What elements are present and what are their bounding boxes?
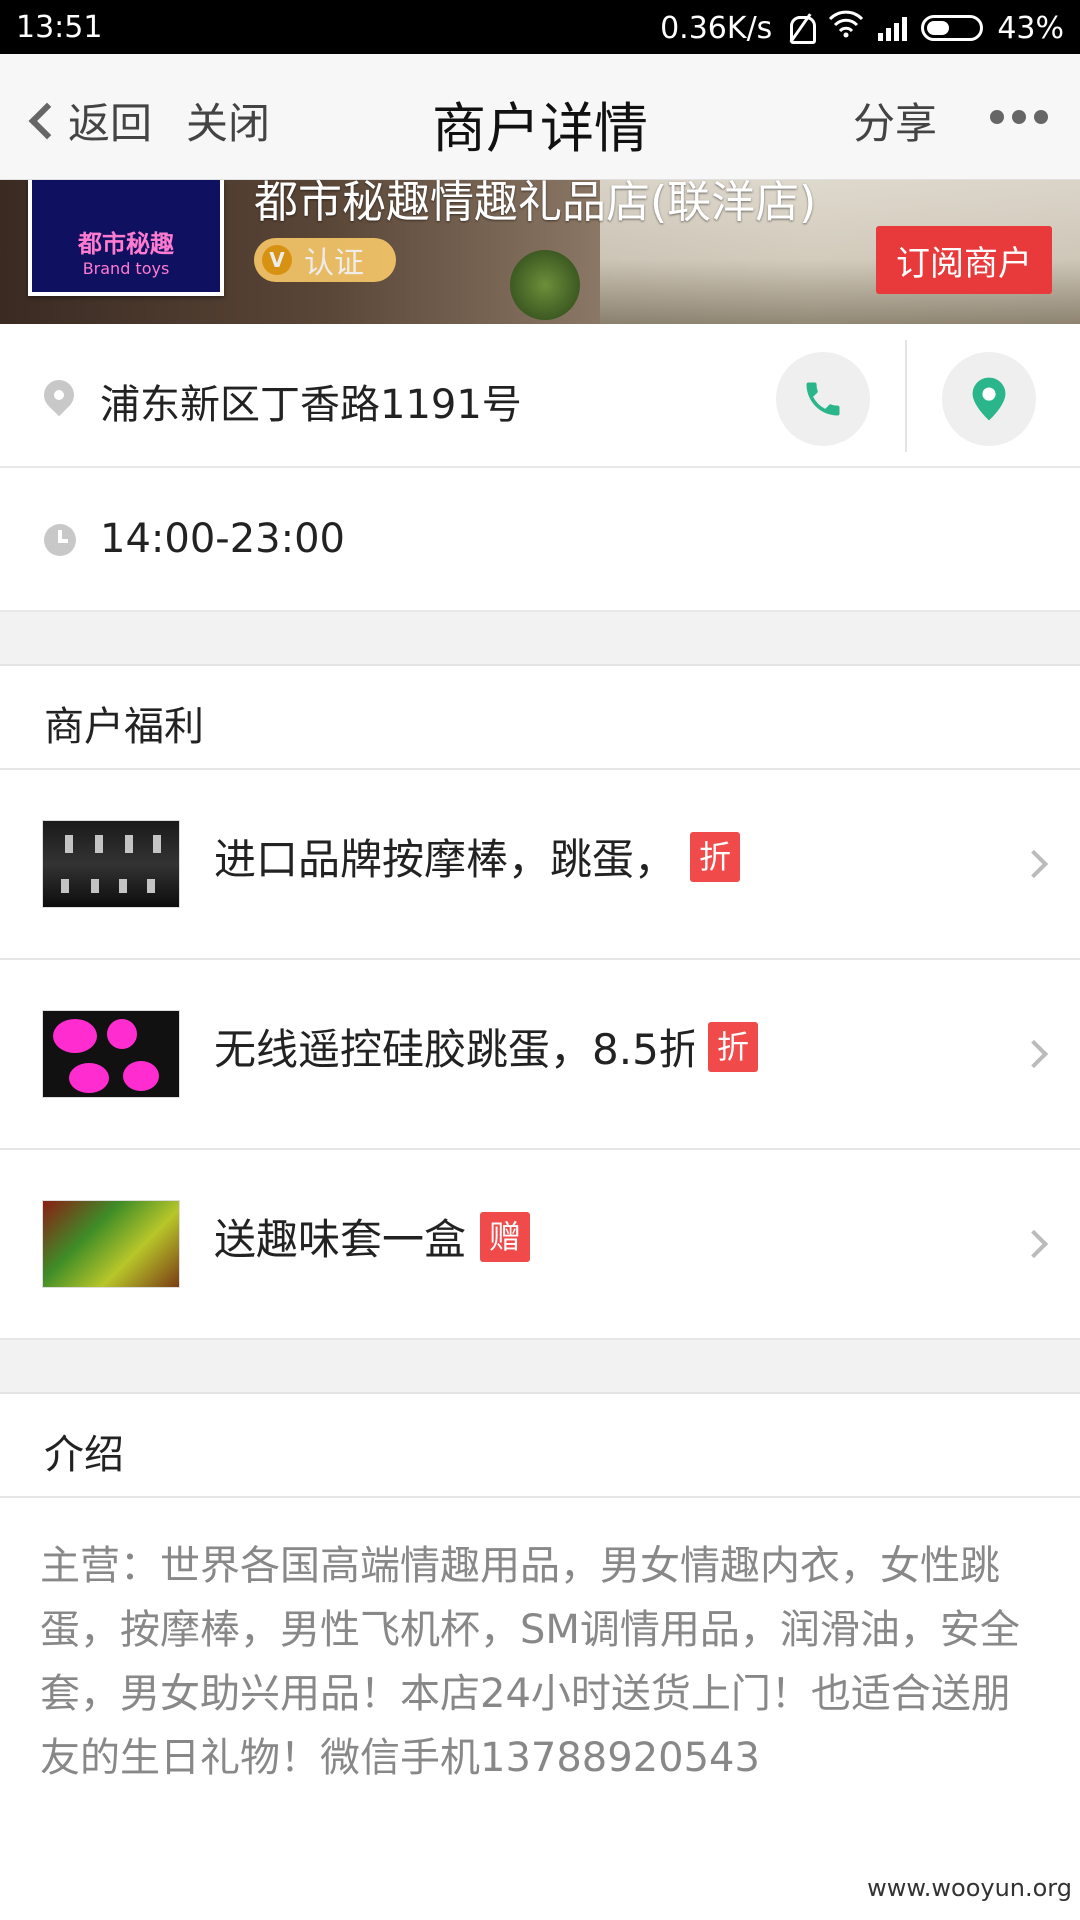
location-pin-icon: [37, 373, 81, 417]
nav-bar: 返回 关闭 商户详情 分享: [0, 54, 1080, 180]
share-button[interactable]: 分享: [853, 90, 937, 151]
battery-icon: [921, 15, 984, 41]
verified-v-icon: V: [262, 245, 292, 275]
phone-icon: [806, 382, 840, 416]
benefit-label-row: 进口品牌按摩棒，跳蛋， 折: [214, 826, 741, 887]
benefit-label-row: 送趣味套一盒 赠: [214, 1206, 531, 1267]
merchant-name: 都市秘趣情趣礼品店(联洋店): [254, 180, 817, 228]
more-dots-icon[interactable]: [990, 110, 1048, 124]
address-text: 浦东新区丁香路1191号: [100, 382, 522, 428]
status-time: 13:51: [16, 10, 103, 45]
status-bar: 13:51 0.36K/s 43%: [0, 0, 1080, 54]
gift-tag: 赠: [480, 1211, 531, 1262]
logo-subtext: Brand toys: [82, 259, 170, 278]
benefit-thumbnail: [42, 1010, 180, 1098]
section-spacer: [0, 1340, 1080, 1394]
benefit-thumbnail: [42, 1200, 180, 1288]
chevron-right-icon: [1019, 849, 1049, 879]
benefits-title: 商户福利: [44, 704, 204, 750]
intro-text: 主营：世界各国高端情趣用品，男女情趣内衣，女性跳蛋，按摩棒，男性飞机杯，SM调情…: [40, 1543, 1020, 1781]
logo-text: 都市秘趣: [78, 230, 174, 258]
benefit-thumbnail: [42, 820, 180, 908]
clock-icon: [44, 524, 76, 556]
signal-icon: [878, 15, 908, 41]
discount-tag: 折: [690, 831, 741, 882]
chevron-right-icon: [1019, 1229, 1049, 1259]
subscribe-button[interactable]: 订阅商户: [876, 226, 1052, 294]
hours-row: 14:00-23:00: [0, 468, 1080, 612]
benefit-label: 无线遥控硅胶跳蛋，8.5折: [214, 1025, 694, 1074]
address-row[interactable]: 浦东新区丁香路1191号: [0, 324, 1080, 468]
status-right-group: 0.36K/s 43%: [660, 10, 1064, 46]
wifi-icon: [828, 10, 864, 46]
map-button[interactable]: [942, 352, 1036, 446]
intro-heading: 介绍: [0, 1394, 1080, 1498]
watermark: www.wooyun.org: [867, 1874, 1072, 1902]
intro-title: 介绍: [44, 1432, 124, 1478]
banner-plant: [510, 250, 580, 320]
chevron-right-icon: [1019, 1039, 1049, 1069]
divider: [905, 340, 907, 452]
hours-text: 14:00-23:00: [100, 516, 345, 562]
battery-percent: 43%: [997, 10, 1064, 46]
verified-badge: V 认证: [254, 238, 396, 282]
benefit-item[interactable]: 进口品牌按摩棒，跳蛋， 折: [0, 770, 1080, 960]
discount-tag: 折: [708, 1021, 758, 1072]
benefit-label-row: 无线遥控硅胶跳蛋，8.5折 折: [214, 1016, 758, 1077]
section-spacer: [0, 612, 1080, 666]
call-button[interactable]: [776, 352, 870, 446]
mute-bell-icon: [786, 13, 817, 44]
benefit-item[interactable]: 无线遥控硅胶跳蛋，8.5折 折: [0, 960, 1080, 1150]
merchant-logo: 都市秘趣 Brand toys: [28, 180, 224, 296]
network-speed: 0.36K/s: [660, 10, 773, 46]
benefit-label: 进口品牌按摩棒，跳蛋，: [214, 835, 677, 884]
benefits-heading: 商户福利: [0, 666, 1080, 770]
merchant-banner: 都市秘趣 Brand toys 都市秘趣情趣礼品店(联洋店) V 认证 订阅商户: [0, 180, 1080, 324]
map-pin-icon: [972, 377, 1006, 421]
benefit-label: 送趣味套一盒: [214, 1215, 467, 1264]
verified-label: 认证: [304, 246, 364, 281]
benefit-item[interactable]: 送趣味套一盒 赠: [0, 1150, 1080, 1340]
